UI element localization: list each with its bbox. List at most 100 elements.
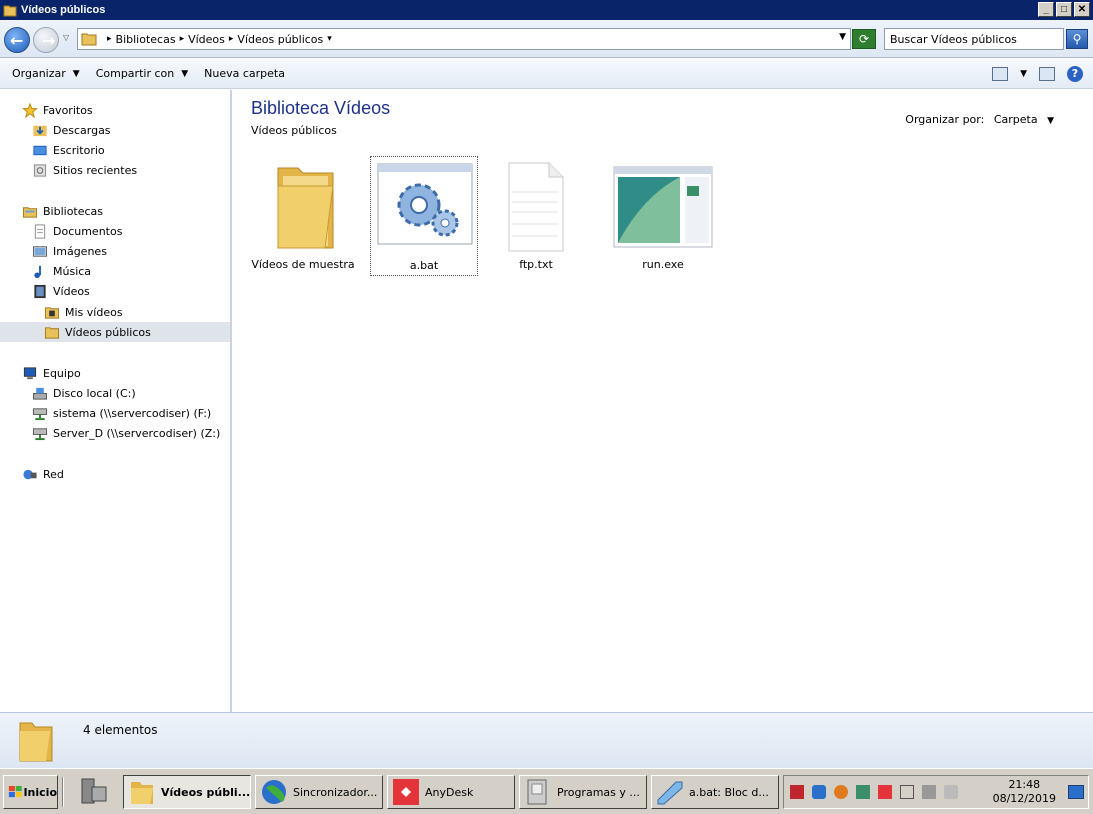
library-subtitle: Vídeos públicos <box>251 124 337 137</box>
programs-icon <box>527 779 547 805</box>
item-count: 4 elementos <box>83 723 158 737</box>
video-folder-icon <box>44 306 60 319</box>
organize-menu[interactable]: Organizar ▼ <box>12 67 80 80</box>
tray-monitor-icon[interactable] <box>856 785 870 799</box>
back-button[interactable]: ← <box>4 27 30 53</box>
nav-network-drive-f[interactable]: sistema (\\servercodiser) (F:) <box>32 403 211 423</box>
network-drive-icon <box>32 407 48 420</box>
notepad-icon <box>657 781 683 805</box>
search-button[interactable]: ⚲ <box>1066 29 1088 49</box>
breadcrumb-arrow-icon[interactable]: ▸ <box>180 34 185 44</box>
nav-videos[interactable]: Vídeos <box>32 281 90 301</box>
nav-downloads[interactable]: Descargas <box>32 120 111 140</box>
network-tray-icon[interactable] <box>922 785 936 799</box>
nav-public-videos[interactable]: Vídeos públicos <box>0 322 230 342</box>
nav-network[interactable]: Red <box>22 464 64 484</box>
show-desktop-icon[interactable] <box>1068 785 1084 799</box>
taskbar-button-label: a.bat: Bloc d... <box>689 785 769 799</box>
breadcrumb-arrow-icon[interactable]: ▸ <box>107 34 112 44</box>
window-title-bar[interactable]: Vídeos públicos _ □ ✕ <box>0 0 1093 20</box>
maximize-button[interactable]: □ <box>1056 2 1072 17</box>
folder-icon <box>19 722 53 762</box>
nav-documents[interactable]: Documentos <box>32 221 122 241</box>
file-item[interactable]: a.bat <box>370 156 478 276</box>
command-bar: Organizar ▼ Compartir con ▼ Nueva carpeta … <box>0 59 1093 89</box>
taskbar-button-explorer[interactable]: Vídeos públi... <box>123 775 251 809</box>
nav-my-videos[interactable]: Mis vídeos <box>44 302 123 322</box>
nav-label: Documentos <box>53 224 123 238</box>
view-options-chevron-icon[interactable]: ▼ <box>1020 69 1027 79</box>
breadcrumb-arrow-icon[interactable]: ▾ <box>327 34 332 44</box>
search-icon: ⚲ <box>1072 32 1082 46</box>
new-folder-label: Nueva carpeta <box>204 67 285 80</box>
address-bar[interactable]: ▸ Bibliotecas ▸ Vídeos ▸ Vídeos públicos… <box>77 28 851 50</box>
arrange-by-label: Organizar por: <box>905 113 985 126</box>
tray-sync-icon[interactable] <box>812 785 826 799</box>
nav-local-disk[interactable]: Disco local (C:) <box>32 383 136 403</box>
downloads-folder-icon <box>33 125 47 136</box>
nav-label: Equipo <box>43 366 81 380</box>
nav-network-drive-z[interactable]: Server_D (\\servercodiser) (Z:) <box>32 423 220 443</box>
nav-label: Música <box>53 264 92 278</box>
nav-label: Mis vídeos <box>65 305 123 319</box>
taskbar-separator <box>62 777 64 807</box>
file-item[interactable]: Vídeos de muestra <box>249 156 357 276</box>
nav-label: Sitios recientes <box>53 163 138 177</box>
nav-label: Escritorio <box>53 143 105 157</box>
chevron-down-icon: ▼ <box>72 68 80 79</box>
nav-computer[interactable]: Equipo <box>22 363 81 383</box>
file-item[interactable]: ftp.txt <box>482 156 590 276</box>
share-label: Compartir con <box>95 67 175 80</box>
taskbar-button-sync[interactable]: Sincronizador... <box>255 775 383 809</box>
nav-desktop[interactable]: Escritorio <box>32 140 105 160</box>
refresh-button[interactable]: ⟳ <box>852 29 876 49</box>
flag-icon[interactable] <box>900 785 914 799</box>
breadcrumb-arrow-icon[interactable]: ▸ <box>229 34 234 44</box>
file-item[interactable]: run.exe <box>609 156 717 276</box>
forward-button[interactable]: → <box>33 27 59 53</box>
taskbar-button-programs[interactable]: Programas y ... <box>519 775 647 809</box>
computer-icon <box>23 366 37 379</box>
details-pane: 4 elementos <box>0 712 1093 768</box>
close-button[interactable]: ✕ <box>1074 2 1090 17</box>
file-name: a.bat <box>409 259 439 272</box>
file-name: ftp.txt <box>519 258 553 271</box>
server-manager-icon[interactable] <box>78 777 110 807</box>
nav-favorites[interactable]: Favoritos <box>22 100 93 120</box>
breadcrumb-libraries[interactable]: Bibliotecas <box>116 33 176 46</box>
recent-pages-dropdown-icon[interactable]: ▽ <box>63 33 69 42</box>
address-history-dropdown-icon[interactable]: ▼ <box>839 32 846 42</box>
breadcrumb-public-videos[interactable]: Vídeos públicos <box>237 33 323 46</box>
arrange-by-value[interactable]: Carpeta <box>994 113 1038 126</box>
breadcrumb-videos[interactable]: Vídeos <box>188 33 225 46</box>
change-view-icon[interactable] <box>992 67 1009 81</box>
music-note-icon <box>34 265 41 278</box>
libraries-icon <box>22 206 38 218</box>
tray-app-icon[interactable] <box>790 785 804 799</box>
preview-pane-icon[interactable] <box>1039 67 1055 81</box>
nav-music[interactable]: Música <box>32 261 91 281</box>
nav-images[interactable]: Imágenes <box>32 241 107 261</box>
minimize-button[interactable]: _ <box>1038 2 1054 17</box>
file-view: Biblioteca Vídeos Vídeos públicos Organi… <box>234 90 1090 712</box>
system-tray: 21:48 08/12/2019 <box>783 775 1089 809</box>
chevron-down-icon: ▼ <box>1047 116 1054 126</box>
search-input[interactable]: Buscar Vídeos públicos <box>884 28 1064 50</box>
help-icon[interactable]: ? <box>1067 66 1083 82</box>
clock[interactable]: 21:48 08/12/2019 <box>993 778 1056 806</box>
clock-date: 08/12/2019 <box>992 792 1056 805</box>
volume-muted-icon[interactable] <box>944 785 958 799</box>
taskbar-button-notepad[interactable]: a.bat: Bloc d... <box>651 775 779 809</box>
nav-libraries[interactable]: Bibliotecas <box>22 201 103 221</box>
taskbar-button-anydesk[interactable]: AnyDesk <box>387 775 515 809</box>
tray-service-icon[interactable] <box>834 785 848 799</box>
refresh-icon: ⟳ <box>858 32 870 46</box>
documents-icon <box>34 223 46 239</box>
share-menu[interactable]: Compartir con ▼ <box>96 67 188 80</box>
nav-recent-places[interactable]: Sitios recientes <box>32 160 137 180</box>
tray-anydesk-icon[interactable] <box>878 785 892 799</box>
new-folder-button[interactable]: Nueva carpeta <box>204 67 285 80</box>
nav-label: Vídeos <box>53 284 90 298</box>
arrange-by[interactable]: Organizar por: Carpeta ▼ <box>905 113 1054 126</box>
start-button[interactable]: Inicio <box>3 775 58 809</box>
